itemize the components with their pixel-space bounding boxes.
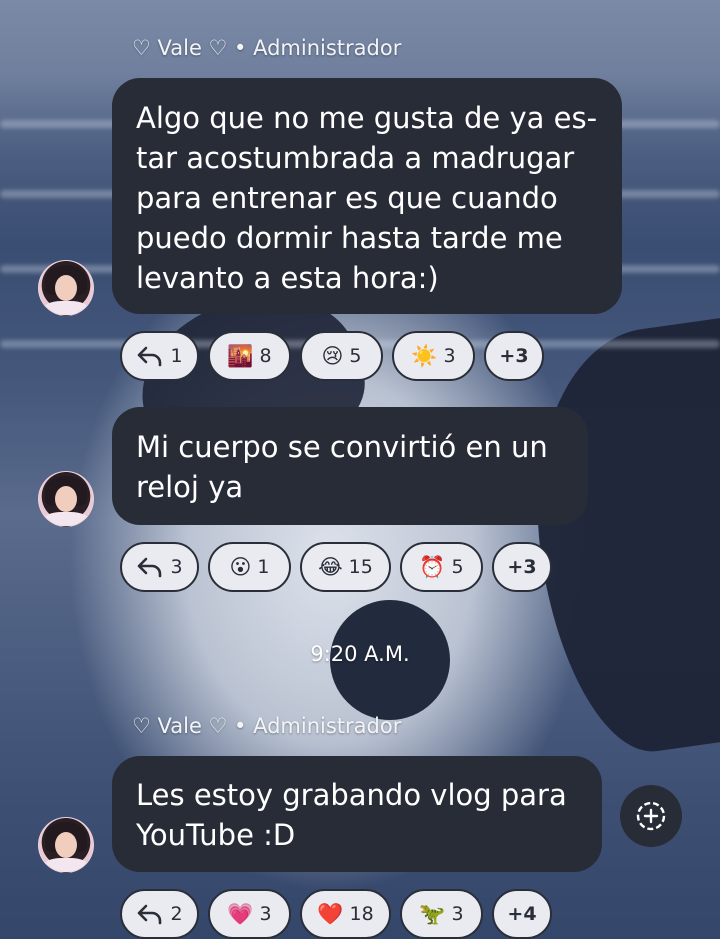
more-reactions-button[interactable]: +3 xyxy=(484,331,544,381)
reaction-bar: 2 💗 3 ❤️ 18 🦖 3 +4 xyxy=(120,889,552,941)
pink-heart-icon: 💗 xyxy=(227,901,254,926)
reaction-bar: 3 😮 1 😂 15 ⏰ 5 +3 xyxy=(120,542,552,594)
message-text: puedo dormir hasta tarde me xyxy=(136,221,563,255)
message-text: tar acostumbrada a madrugar xyxy=(136,141,575,175)
message-bubble[interactable]: Algo que no me gusta de ya es- tar acost… xyxy=(112,78,622,314)
reaction-chip[interactable]: ⏰ 5 xyxy=(400,542,483,592)
reply-icon xyxy=(138,557,162,578)
add-reaction-button[interactable] xyxy=(620,785,682,847)
avatar[interactable] xyxy=(38,817,94,873)
alarm-clock-icon: ⏰ xyxy=(419,554,446,579)
reaction-count: 15 xyxy=(348,556,373,578)
reaction-count: 3 xyxy=(170,556,183,578)
reaction-chip[interactable]: 🌇 8 xyxy=(208,331,291,381)
reaction-chip[interactable]: ❤️ 18 xyxy=(300,889,391,939)
reaction-count: 2 xyxy=(170,903,183,925)
message-text: Les estoy grabando vlog para xyxy=(136,778,567,812)
reaction-count: 18 xyxy=(349,903,374,925)
avatar[interactable] xyxy=(38,260,94,316)
sender-name[interactable]: ♡ Vale ♡ • Administrador xyxy=(132,714,401,738)
message-text: para entrenar es que cuando xyxy=(136,181,558,215)
reaction-count: 5 xyxy=(451,556,464,578)
message-text: levanto a esta hora:) xyxy=(136,261,439,295)
message-bubble[interactable]: Mi cuerpo se convirtió en un reloj ya xyxy=(112,407,588,525)
dinosaur-icon: 🦖 xyxy=(419,901,446,926)
reaction-count: 3 xyxy=(451,903,464,925)
red-heart-icon: ❤️ xyxy=(317,901,344,926)
reaction-chip[interactable]: 💗 3 xyxy=(208,889,291,939)
reaction-count: 5 xyxy=(349,345,362,367)
reaction-chip[interactable]: ☀️ 3 xyxy=(392,331,475,381)
reaction-chip[interactable]: 🦖 3 xyxy=(400,889,483,939)
reaction-count: 3 xyxy=(443,345,456,367)
message-text: reloj ya xyxy=(136,470,244,504)
sun-icon: ☀️ xyxy=(411,343,438,368)
reply-button[interactable]: 3 xyxy=(120,542,199,592)
laughing-tears-icon: 😂 xyxy=(318,554,343,579)
reaction-count: 1 xyxy=(170,345,183,367)
reply-button[interactable]: 2 xyxy=(120,889,199,939)
crying-face-icon: 😢 xyxy=(321,343,344,368)
reaction-count: 1 xyxy=(257,556,270,578)
message-text: Algo que no me gusta de ya es- xyxy=(136,101,598,135)
reply-icon xyxy=(138,346,162,367)
reaction-count: 3 xyxy=(259,903,272,925)
surprised-face-icon: 😮 xyxy=(229,554,252,579)
reply-icon xyxy=(138,904,162,925)
more-reactions-button[interactable]: +3 xyxy=(492,542,552,592)
reaction-bar: 1 🌇 8 😢 5 ☀️ 3 +3 xyxy=(120,331,544,383)
timestamp-divider: 9:20 A.M. xyxy=(310,642,410,666)
avatar[interactable] xyxy=(38,471,94,527)
reaction-chip[interactable]: 😂 15 xyxy=(300,542,391,592)
city-sunset-icon: 🌇 xyxy=(227,343,254,368)
reaction-chip[interactable]: 😢 5 xyxy=(300,331,383,381)
sender-name[interactable]: ♡ Vale ♡ • Administrador xyxy=(132,36,401,60)
add-circle-icon xyxy=(636,801,666,831)
message-bubble[interactable]: Les estoy grabando vlog para YouTube :D xyxy=(112,756,602,872)
reply-button[interactable]: 1 xyxy=(120,331,199,381)
reaction-chip[interactable]: 😮 1 xyxy=(208,542,291,592)
more-reactions-button[interactable]: +4 xyxy=(492,889,552,939)
message-text: Mi cuerpo se convirtió en un xyxy=(136,430,548,464)
reaction-count: 8 xyxy=(259,345,272,367)
message-text: YouTube :D xyxy=(136,818,296,852)
